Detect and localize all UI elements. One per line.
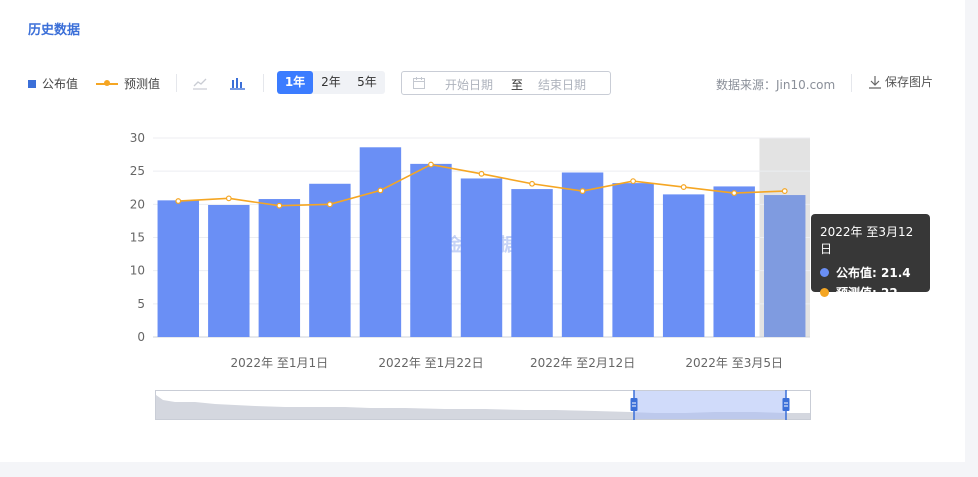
bar-actual[interactable] <box>662 194 705 337</box>
y-tick-label: 5 <box>137 297 145 311</box>
bar-actual[interactable] <box>511 189 553 337</box>
legend-actual-label: 公布值 <box>42 77 79 91</box>
y-tick-label: 15 <box>130 231 145 245</box>
bar-actual[interactable] <box>359 147 402 337</box>
forecast-point <box>276 202 283 209</box>
range-tabs: 1年 2年 5年 <box>277 71 385 94</box>
bar-actual[interactable] <box>612 183 654 337</box>
data-source: 数据来源：Jin10.com <box>716 78 836 92</box>
forecast-point <box>680 184 687 190</box>
zoom-left-handle[interactable] <box>630 398 638 411</box>
toolbar-divider <box>263 74 264 92</box>
tooltip-forecast-dot <box>820 288 829 297</box>
page-title: 历史数据 <box>28 23 81 38</box>
tooltip-actual-dot <box>820 268 829 277</box>
forecast-point <box>731 190 738 196</box>
date-range-picker[interactable]: 开始日期 至 结束日期 <box>401 71 611 95</box>
start-date-input[interactable]: 开始日期 <box>445 76 493 93</box>
forecast-point <box>529 180 535 187</box>
legend-forecast-label: 预测值 <box>124 77 161 91</box>
bar-actual[interactable] <box>460 178 503 337</box>
x-tick-label: 2022年 至1月1日 <box>231 356 329 370</box>
y-tick-label: 30 <box>130 131 145 145</box>
bar-chart-icon[interactable] <box>227 73 249 93</box>
bar-actual[interactable] <box>410 163 452 337</box>
zoom-selected-window[interactable] <box>634 391 786 419</box>
legend-actual-swatch <box>28 79 36 88</box>
forecast-point <box>326 201 333 208</box>
chart-tooltip: 2022年 至3月12日 公布值: 21.4 预测值: 22 <box>811 214 930 300</box>
tab-2-years[interactable]: 2年 <box>313 71 349 94</box>
tab-5-years[interactable]: 5年 <box>349 71 385 94</box>
download-icon <box>869 75 881 89</box>
bar-actual[interactable] <box>561 172 604 337</box>
forecast-point <box>377 187 384 194</box>
tooltip-actual-label: 公布值 <box>836 266 873 280</box>
bar-actual[interactable] <box>258 199 301 337</box>
bar-actual[interactable] <box>764 195 806 337</box>
legend-forecast-swatch <box>96 79 118 86</box>
bar-actual[interactable] <box>208 204 250 337</box>
forecast-point <box>175 198 182 204</box>
tab-1-year[interactable]: 1年 <box>277 71 313 94</box>
y-tick-label: 25 <box>130 164 145 178</box>
save-image-label: 保存图片 <box>885 75 934 89</box>
x-tick-label: 2022年 至2月12日 <box>530 356 635 370</box>
forecast-point <box>781 188 788 194</box>
date-range-separator: 至 <box>511 78 524 92</box>
x-tick-label: 2022年 至3月5日 <box>685 356 783 370</box>
zoom-right-handle[interactable] <box>782 398 790 411</box>
legend-forecast[interactable]: 预测值 <box>96 75 160 92</box>
bar-actual[interactable] <box>157 200 199 337</box>
line-chart-icon[interactable] <box>190 73 212 93</box>
save-image-button[interactable]: 保存图片 <box>868 73 933 90</box>
forecast-point <box>579 188 586 194</box>
history-data-card: 历史数据 公布值 预测值 1年 2年 5年 开始日期 至 结束日期 数据来源：J… <box>0 0 965 462</box>
end-date-input[interactable]: 结束日期 <box>538 76 586 93</box>
toolbar-divider <box>176 74 177 92</box>
data-zoom-slider[interactable] <box>155 390 812 422</box>
forecast-point <box>630 178 637 185</box>
tooltip-actual-value: 21.4 <box>881 265 911 280</box>
y-tick-label: 10 <box>130 264 145 278</box>
calendar-icon <box>413 77 425 89</box>
forecast-point <box>428 161 434 168</box>
y-tick-label: 20 <box>130 197 145 211</box>
forecast-point <box>225 195 232 202</box>
chart-toolbar: 公布值 预测值 1年 2年 5年 开始日期 至 结束日期 数据来源：Jin10.… <box>0 70 965 96</box>
tooltip-title: 2022年 至3月12日 <box>820 225 914 256</box>
legend-actual[interactable]: 公布值 <box>28 75 78 92</box>
tooltip-forecast-label: 预测值 <box>836 286 873 300</box>
x-tick-label: 2022年 至1月22日 <box>378 356 483 370</box>
tooltip-forecast-value: 22 <box>881 285 898 300</box>
tooltip-forecast-row: 预测值: 22 <box>820 284 921 301</box>
y-tick-label: 0 <box>137 330 145 344</box>
tooltip-actual-row: 公布值: 21.4 <box>820 264 921 281</box>
toolbar-divider <box>851 74 852 92</box>
forecast-point <box>478 170 485 177</box>
bar-actual[interactable] <box>713 186 755 337</box>
